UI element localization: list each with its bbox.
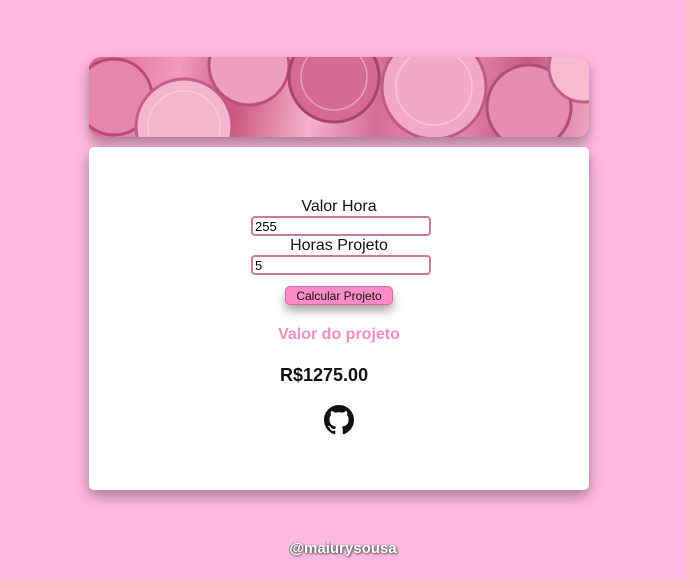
hour-rate-label: Valor Hora (301, 198, 377, 215)
project-hours-input[interactable] (251, 255, 431, 275)
project-hours-label: Horas Projeto (290, 237, 388, 254)
github-icon[interactable] (324, 405, 354, 435)
hour-rate-input[interactable] (251, 216, 431, 236)
project-value-result: R$1275.00 (280, 365, 369, 385)
calculate-project-button[interactable]: Calcular Projeto (285, 286, 393, 305)
project-value-title: Valor do projeto (278, 326, 400, 343)
calculator-card: Valor Hora Horas Projeto Calcular Projet… (89, 147, 589, 490)
author-handle: @maiurysousa (289, 540, 397, 557)
coins-banner-image (89, 57, 589, 137)
